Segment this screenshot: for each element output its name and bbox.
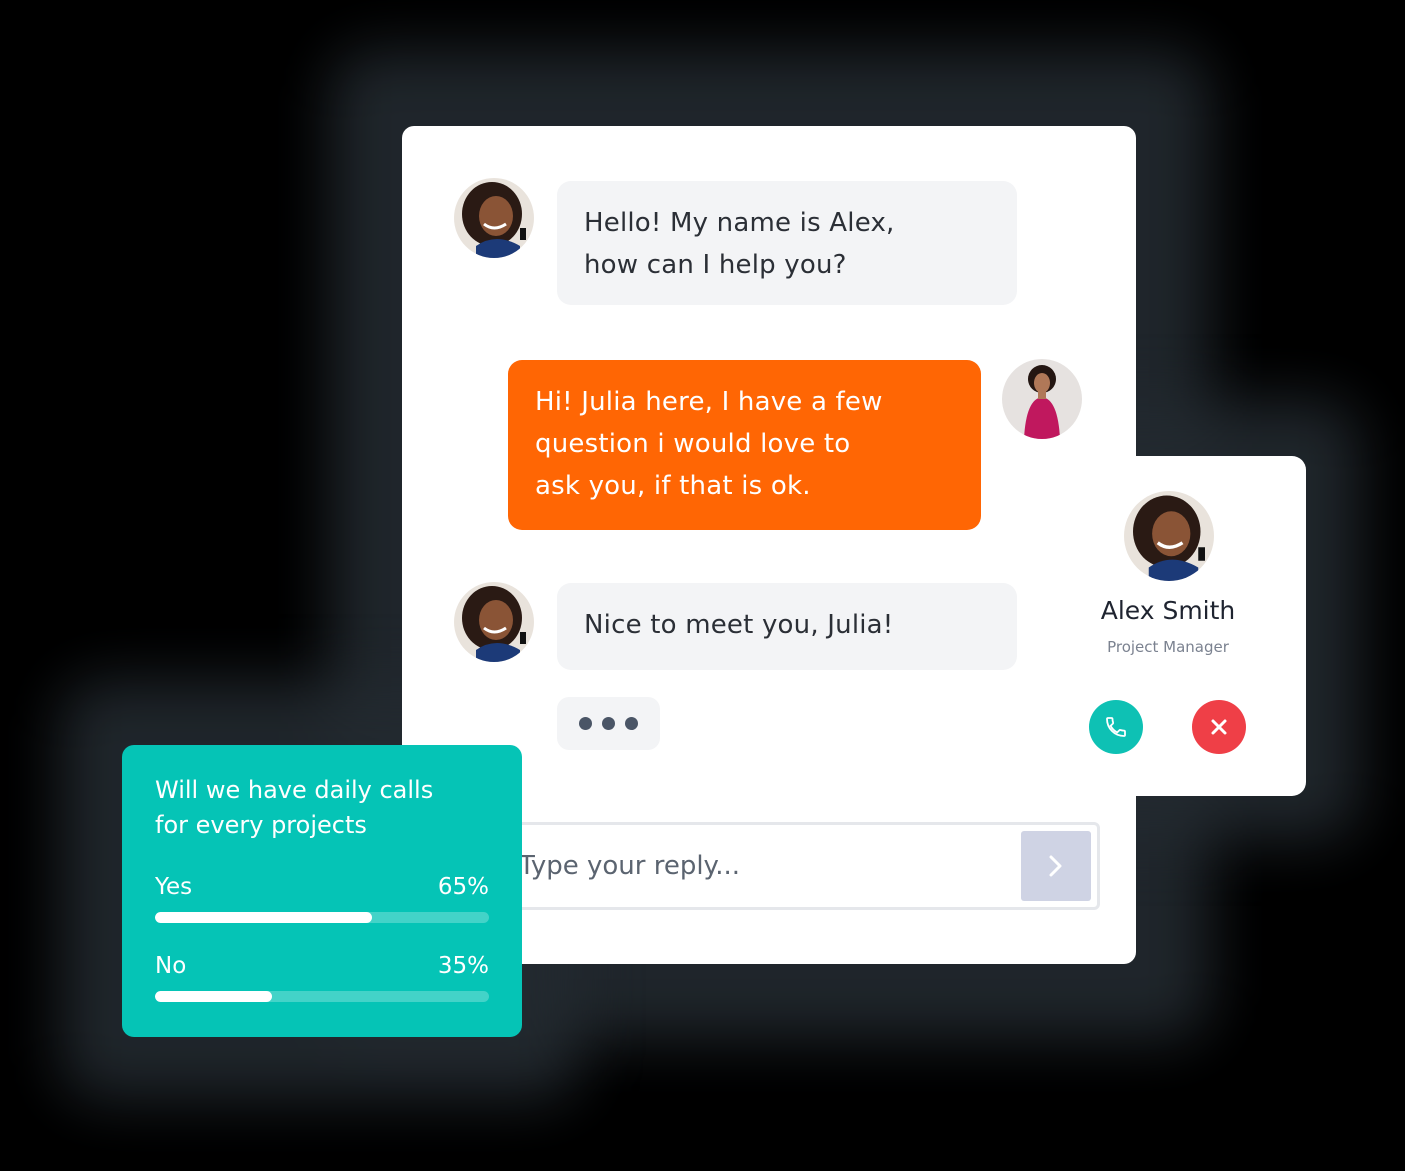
- typing-indicator: [557, 697, 660, 750]
- message-text-line: ask you, if that is ok.: [535, 471, 811, 501]
- message-text-line: Hi! Julia here, I have a few: [535, 387, 883, 417]
- avatar-julia-image: [1002, 359, 1082, 439]
- poll-progress-track: [155, 991, 489, 1002]
- avatar-alex-image: [454, 582, 534, 662]
- avatar-alex: [454, 178, 534, 258]
- close-icon: [1211, 719, 1227, 735]
- message-text-line: question i would love to: [535, 429, 851, 459]
- typing-dot: [625, 717, 638, 730]
- avatar-julia: [1002, 359, 1082, 439]
- poll-question: Will we have daily calls for every proje…: [155, 773, 433, 843]
- poll-progress-fill: [155, 912, 373, 923]
- poll-question-line: Will we have daily calls: [155, 776, 434, 804]
- typing-dot: [579, 717, 592, 730]
- contact-card: Alex Smith Project Manager: [1030, 456, 1306, 796]
- phone-icon: [1106, 717, 1126, 737]
- message-bubble-outgoing: Hi! Julia here, I have a few question i …: [508, 360, 981, 530]
- contact-role: Project Manager: [1107, 638, 1229, 656]
- poll-progress-track: [155, 912, 489, 923]
- poll-option-label: No: [155, 953, 187, 979]
- message-text-line: how can I help you?: [584, 250, 847, 280]
- poll-option-percent: 65%: [437, 874, 489, 900]
- contact-avatar: [1124, 491, 1214, 581]
- poll-question-line: for every projects: [155, 811, 367, 839]
- reply-input[interactable]: [495, 825, 1015, 907]
- poll-option-percent: 35%: [437, 953, 489, 979]
- message-text-line: Hello! My name is Alex,: [584, 208, 895, 238]
- poll-option-label: Yes: [155, 874, 193, 900]
- contact-name: Alex Smith: [1100, 596, 1236, 625]
- accept-call-button[interactable]: [1089, 700, 1143, 754]
- avatar-alex-image: [454, 178, 534, 258]
- send-button[interactable]: [1021, 831, 1091, 901]
- message-bubble-incoming: Nice to meet you, Julia!: [557, 583, 1017, 670]
- avatar-alex: [454, 582, 534, 662]
- poll-card: Will we have daily calls for every proje…: [122, 745, 522, 1037]
- message-text-line: Nice to meet you, Julia!: [584, 610, 894, 640]
- message-bubble-incoming: Hello! My name is Alex, how can I help y…: [557, 181, 1017, 305]
- reply-bar: [492, 822, 1100, 910]
- contact-avatar-image: [1124, 491, 1214, 581]
- decline-call-button[interactable]: [1192, 700, 1246, 754]
- chevron-right-icon: [1049, 855, 1062, 877]
- poll-progress-fill: [155, 991, 272, 1002]
- typing-dot: [602, 717, 615, 730]
